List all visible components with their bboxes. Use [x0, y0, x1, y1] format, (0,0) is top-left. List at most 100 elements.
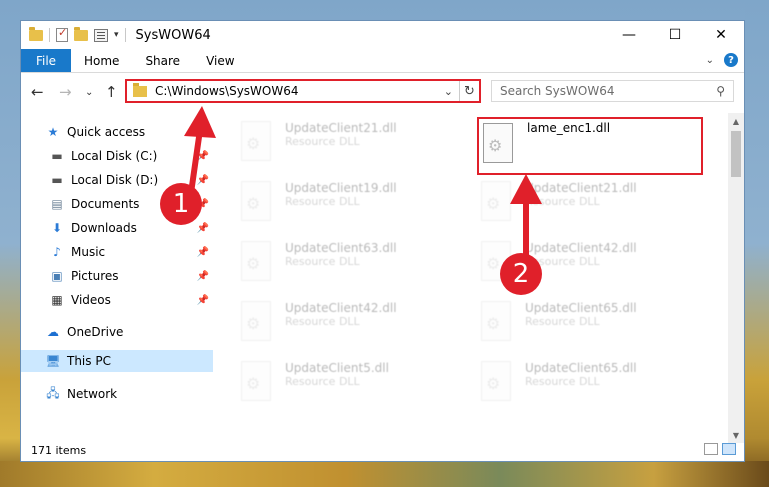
divider: [49, 28, 50, 42]
star-icon: ★: [47, 125, 59, 139]
window-title: SysWOW64: [135, 27, 211, 43]
file-type: Resource DLL: [285, 255, 360, 268]
minimize-button[interactable]: —: [606, 21, 652, 49]
help-icon[interactable]: ?: [724, 53, 738, 67]
file-item[interactable]: UpdateClient42.dll Resource DLL: [241, 299, 461, 347]
tab-file[interactable]: File: [21, 49, 71, 72]
computer-icon: 🖥: [45, 354, 61, 368]
window-controls: — ☐ ✕: [606, 21, 744, 49]
tab-share[interactable]: Share: [132, 49, 193, 72]
file-type: Resource DLL: [285, 135, 360, 148]
file-name: UpdateClient5.dll: [285, 361, 389, 375]
annotation-marker-2: 2: [500, 253, 542, 295]
nav-item-onedrive[interactable]: ☁ OneDrive: [21, 321, 213, 343]
customize-dropdown-icon[interactable]: ▾: [114, 30, 119, 40]
videos-icon: ▦: [51, 293, 63, 307]
dll-file-icon: [483, 123, 513, 163]
scrollbar-thumb[interactable]: [731, 131, 741, 177]
address-row: ← → ⌄ ↑ C:\Windows\SysWOW64 ⌄ ↻ Search S…: [21, 77, 744, 107]
divider: [124, 28, 126, 42]
nav-item-videos[interactable]: ▦ Videos 📌: [21, 289, 213, 311]
expand-ribbon-chevron-icon[interactable]: ⌄: [706, 55, 714, 66]
folder-icon: [29, 26, 43, 41]
search-input[interactable]: Search SysWOW64 ⚲: [491, 80, 734, 102]
scroll-up-icon[interactable]: ▲: [728, 113, 744, 129]
file-item[interactable]: UpdateClient19.dll Resource DLL: [241, 179, 461, 227]
address-dropdown-icon[interactable]: ⌄: [444, 85, 453, 98]
file-name: UpdateClient65.dll: [525, 361, 637, 375]
file-name: lame_enc1.dll: [527, 121, 611, 135]
annotation-marker-1: 1: [160, 183, 202, 225]
forward-arrow-icon[interactable]: →: [59, 83, 72, 101]
nav-item-label: Local Disk (D:): [71, 173, 159, 187]
file-name: UpdateClient19.dll: [285, 181, 397, 195]
file-item-lame-enc1[interactable]: lame_enc1.dll: [477, 117, 703, 175]
rename-icon[interactable]: [94, 28, 108, 42]
folder-icon: [133, 82, 147, 97]
vertical-scrollbar[interactable]: ▲ ▼: [728, 113, 744, 443]
pin-icon[interactable]: 📌: [197, 247, 209, 258]
refresh-icon[interactable]: ↻: [459, 81, 479, 101]
dll-file-icon: [481, 301, 511, 341]
properties-check-icon[interactable]: [56, 26, 68, 42]
nav-item-label: Videos: [71, 293, 111, 307]
desktop-background-left: [0, 0, 20, 487]
nav-item-label: Network: [67, 387, 118, 401]
pin-icon[interactable]: 📌: [197, 271, 209, 282]
desktop-background-bottom: [0, 461, 769, 487]
cloud-icon: ☁: [47, 325, 59, 339]
dll-file-icon: [241, 301, 271, 341]
quick-access-toolbar: ▾: [21, 21, 126, 49]
file-name: UpdateClient42.dll: [285, 301, 397, 315]
pin-icon[interactable]: 📌: [197, 295, 209, 306]
drive-icon: ▬: [51, 149, 63, 163]
back-arrow-icon[interactable]: ←: [31, 83, 44, 101]
nav-item-label: OneDrive: [67, 325, 124, 339]
status-bar: 171 items: [21, 439, 744, 461]
nav-item-label: Local Disk (C:): [71, 149, 158, 163]
nav-item-label: Music: [71, 245, 106, 259]
nav-item-this-pc[interactable]: 🖥 This PC: [21, 350, 213, 372]
file-item[interactable]: UpdateClient5.dll Resource DLL: [241, 359, 461, 407]
close-button[interactable]: ✕: [698, 21, 744, 49]
address-path[interactable]: C:\Windows\SysWOW64: [155, 84, 444, 98]
maximize-button[interactable]: ☐: [652, 21, 698, 49]
file-type: Resource DLL: [285, 315, 360, 328]
nav-item-network[interactable]: 🖧 Network: [21, 383, 213, 405]
file-item[interactable]: UpdateClient21.dll Resource DLL: [241, 119, 461, 167]
search-placeholder: Search SysWOW64: [500, 84, 615, 98]
item-count: 171 items: [31, 443, 87, 457]
dll-file-icon: [241, 361, 271, 401]
drive-icon: ▬: [51, 173, 63, 187]
file-item[interactable]: UpdateClient63.dll Resource DLL: [241, 239, 461, 287]
music-icon: ♪: [53, 245, 61, 259]
desktop-background-right: [745, 0, 769, 487]
network-icon: 🖧: [46, 385, 60, 400]
file-item[interactable]: UpdateClient65.dll Resource DLL: [481, 359, 701, 407]
up-arrow-icon[interactable]: ↑: [105, 83, 118, 101]
search-icon: ⚲: [716, 84, 725, 98]
tab-home[interactable]: Home: [71, 49, 132, 72]
explorer-window: ▾ SysWOW64 — ☐ ✕ File Home Share View ⌄ …: [20, 20, 745, 462]
file-type: Resource DLL: [525, 315, 600, 328]
nav-item-label: Pictures: [71, 269, 119, 283]
new-folder-icon[interactable]: [74, 26, 88, 41]
file-name: UpdateClient21.dll: [285, 121, 397, 135]
file-name: UpdateClient65.dll: [525, 301, 637, 315]
dll-file-icon: [241, 181, 271, 221]
ribbon-tabs: File Home Share View ⌄ ?: [21, 49, 744, 73]
recent-locations-chevron-icon[interactable]: ⌄: [85, 87, 93, 98]
large-icons-view-icon[interactable]: [722, 443, 736, 455]
file-type: Resource DLL: [285, 195, 360, 208]
file-item[interactable]: UpdateClient65.dll Resource DLL: [481, 299, 701, 347]
file-type: Resource DLL: [285, 375, 360, 388]
nav-item-label: Quick access: [67, 125, 146, 139]
nav-item-pictures[interactable]: ▣ Pictures 📌: [21, 265, 213, 287]
nav-item-music[interactable]: ♪ Music 📌: [21, 241, 213, 263]
download-icon: ⬇: [51, 221, 63, 235]
tab-view[interactable]: View: [193, 49, 247, 72]
details-view-icon[interactable]: [704, 443, 718, 455]
title-bar: ▾ SysWOW64 — ☐ ✕: [21, 21, 744, 49]
dll-file-icon: [241, 241, 271, 281]
pin-icon[interactable]: 📌: [197, 223, 209, 234]
